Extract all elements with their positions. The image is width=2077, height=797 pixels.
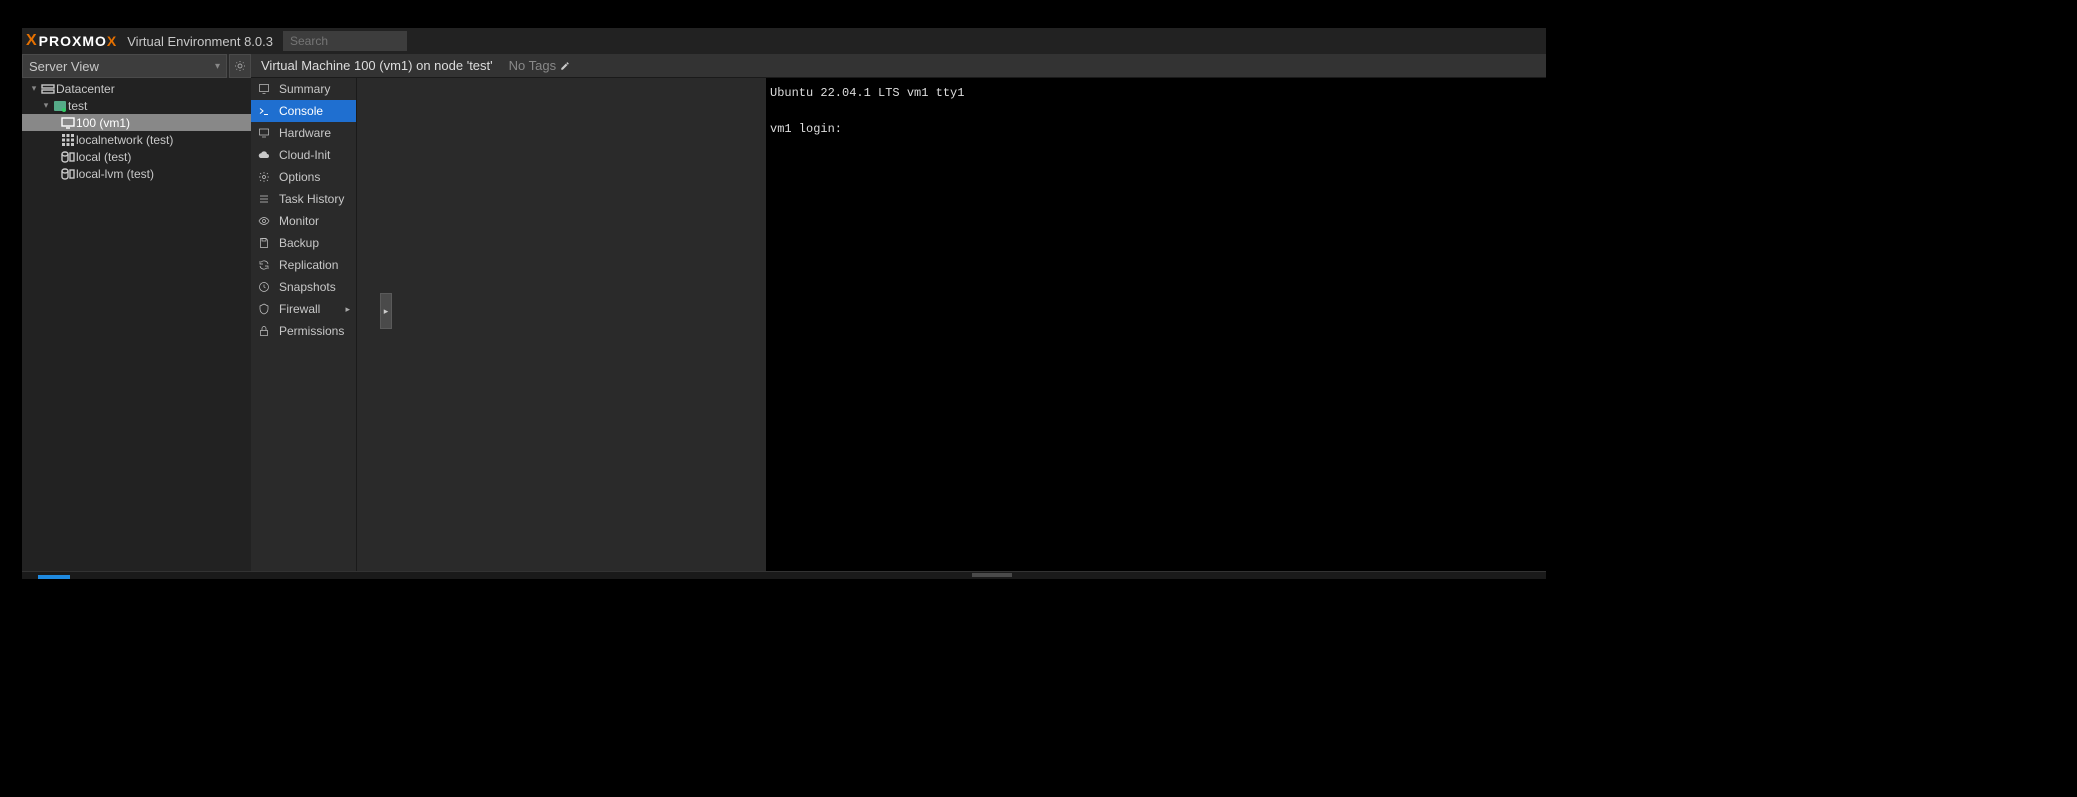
nav-label: Cloud-Init: [279, 148, 330, 162]
gear-icon: [257, 171, 271, 183]
nav-label: Options: [279, 170, 320, 184]
tree-twisty-icon: ▾: [28, 83, 40, 94]
search-input[interactable]: [283, 31, 407, 51]
console-line: Ubuntu 22.04.1 LTS vm1 tty1: [770, 86, 964, 100]
storage-icon: [60, 168, 76, 180]
sync-icon: [257, 259, 271, 271]
tree-item-storage-local-lvm[interactable]: local-lvm (test): [22, 165, 251, 182]
shield-icon: [257, 303, 271, 315]
vm-console[interactable]: Ubuntu 22.04.1 LTS vm1 tty1 vm1 login:: [766, 78, 1546, 573]
env-version-label: Virtual Environment 8.0.3: [127, 34, 273, 49]
gear-icon: [234, 60, 246, 72]
tree-label: local (test): [76, 150, 131, 164]
resource-tree: ▾ Datacenter ▾ test 100 (vm1) localnetwo…: [22, 78, 251, 573]
server-view-label: Server View: [29, 59, 99, 74]
server-icon: [52, 100, 68, 112]
tree-item-storage-local[interactable]: local (test): [22, 148, 251, 165]
tree-item-vm[interactable]: 100 (vm1): [22, 114, 251, 131]
storage-icon: [60, 151, 76, 163]
tree-label: localnetwork (test): [76, 133, 173, 147]
nav-taskhistory[interactable]: Task History: [251, 188, 356, 210]
task-log-strip[interactable]: [22, 571, 1546, 579]
tree-label: Datacenter: [56, 82, 115, 96]
console-line: vm1 login:: [770, 122, 842, 136]
tree-label: test: [68, 99, 87, 113]
server-view-settings-button[interactable]: [229, 54, 251, 78]
proxmox-logo: XPROXMOX: [26, 32, 117, 50]
desktop-icon: [257, 127, 271, 139]
tags-edit-button[interactable]: No Tags: [509, 58, 570, 73]
server-view-selector[interactable]: Server View ▾: [22, 54, 227, 78]
nav-cloudinit[interactable]: Cloud-Init: [251, 144, 356, 166]
eye-icon: [257, 215, 271, 227]
cloud-icon: [257, 149, 271, 161]
summary-icon: [257, 83, 271, 95]
tree-item-network[interactable]: localnetwork (test): [22, 131, 251, 148]
nav-hardware[interactable]: Hardware: [251, 122, 356, 144]
vm-subnav: Summary Console Hardware Cloud-Init: [251, 78, 357, 573]
list-icon: [257, 193, 271, 205]
nav-summary[interactable]: Summary: [251, 78, 356, 100]
subnav-collapse-handle[interactable]: ▸: [380, 293, 392, 329]
save-icon: [257, 237, 271, 249]
no-tags-label: No Tags: [509, 58, 556, 73]
nav-permissions[interactable]: Permissions: [251, 320, 356, 342]
chevron-right-icon: ▸: [345, 304, 350, 315]
nav-label: Backup: [279, 236, 319, 250]
breadcrumb-bar: Virtual Machine 100 (vm1) on node 'test'…: [251, 54, 1546, 78]
terminal-icon: [257, 105, 271, 117]
nav-replication[interactable]: Replication: [251, 254, 356, 276]
nav-backup[interactable]: Backup: [251, 232, 356, 254]
monitor-icon: [60, 117, 76, 129]
nav-label: Hardware: [279, 126, 331, 140]
datacenter-icon: [40, 84, 56, 94]
nav-label: Task History: [279, 192, 344, 206]
chevron-down-icon: ▾: [215, 61, 220, 72]
nav-label: Firewall: [279, 302, 320, 316]
nav-monitor[interactable]: Monitor: [251, 210, 356, 232]
nav-console[interactable]: Console: [251, 100, 356, 122]
nav-firewall[interactable]: Firewall ▸: [251, 298, 356, 320]
lock-icon: [257, 325, 271, 337]
nav-label: Replication: [279, 258, 338, 272]
header-bar: XPROXMOX Virtual Environment 8.0.3: [22, 28, 1546, 54]
tree-label: 100 (vm1): [76, 116, 130, 130]
console-spacer: [357, 78, 766, 573]
nav-label: Permissions: [279, 324, 344, 338]
network-icon: [60, 134, 76, 146]
tree-label: local-lvm (test): [76, 167, 154, 181]
tree-item-node[interactable]: ▾ test: [22, 97, 251, 114]
tree-twisty-icon: ▾: [40, 100, 52, 111]
pencil-icon: [560, 61, 570, 71]
tree-item-datacenter[interactable]: ▾ Datacenter: [22, 80, 251, 97]
nav-label: Summary: [279, 82, 330, 96]
breadcrumb-title: Virtual Machine 100 (vm1) on node 'test': [261, 58, 493, 73]
task-running-indicator: [38, 575, 70, 579]
task-strip-expand-handle[interactable]: [972, 573, 1012, 577]
history-icon: [257, 281, 271, 293]
nav-label: Monitor: [279, 214, 319, 228]
nav-snapshots[interactable]: Snapshots: [251, 276, 356, 298]
nav-label: Snapshots: [279, 280, 336, 294]
nav-options[interactable]: Options: [251, 166, 356, 188]
nav-label: Console: [279, 104, 323, 118]
